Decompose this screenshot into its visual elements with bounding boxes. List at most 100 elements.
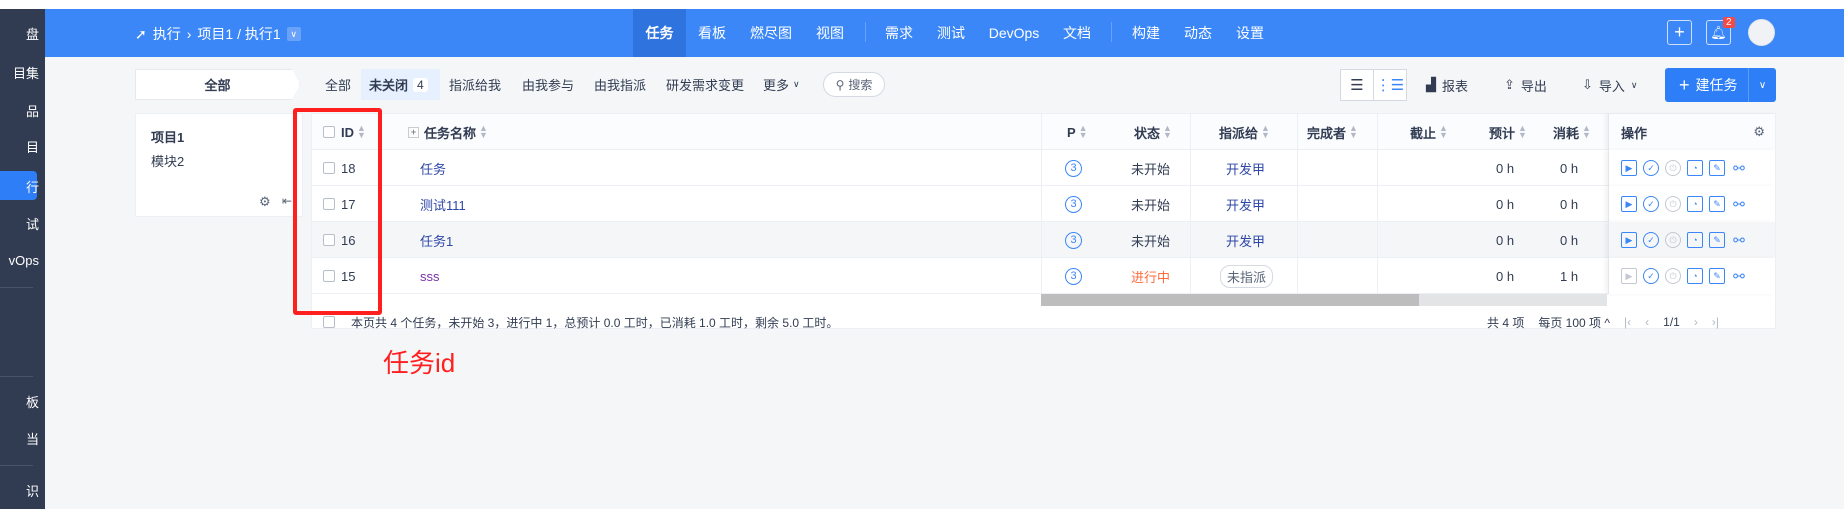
record-hours-clock-icon[interactable]: ◔: [1687, 196, 1703, 212]
module-tree-project[interactable]: 项目1: [151, 127, 184, 146]
sort-icon[interactable]: ▲ ▼: [479, 124, 488, 140]
select-all-checkbox[interactable]: [323, 316, 335, 328]
sidebar-item-doc[interactable]: 当: [26, 429, 39, 448]
assigned-to[interactable]: 开发甲: [1226, 159, 1265, 178]
sidebar-item-program[interactable]: 目集: [13, 63, 39, 82]
record-hours-clock-icon[interactable]: ◔: [1687, 232, 1703, 248]
subtask-tree-icon[interactable]: ⚯: [1731, 160, 1747, 176]
record-hours-clock-icon[interactable]: ◔: [1687, 268, 1703, 284]
module-tree-item[interactable]: 模块2: [151, 151, 184, 170]
filter-tab-all[interactable]: 全部: [317, 69, 359, 100]
nav-tab-task[interactable]: 任务: [633, 9, 686, 57]
gear-icon[interactable]: ⚙: [1753, 124, 1765, 140]
start-icon[interactable]: ▶: [1621, 196, 1637, 212]
create-task-button[interactable]: + 建任务 ∨: [1665, 68, 1776, 102]
sort-icon[interactable]: ▲ ▼: [1163, 124, 1172, 140]
last-page-icon[interactable]: ›|: [1712, 315, 1719, 329]
subtask-tree-icon[interactable]: ⚯: [1731, 196, 1747, 212]
breadcrumb-path[interactable]: 项目1 / 执行1: [197, 24, 280, 44]
start-icon[interactable]: ▶: [1621, 232, 1637, 248]
export-button[interactable]: ⇪ 导出: [1504, 69, 1547, 101]
collapse-icon[interactable]: ⇤: [282, 194, 292, 208]
header-deadline[interactable]: 截止: [1410, 123, 1436, 142]
nav-tab-settings[interactable]: 设置: [1224, 9, 1276, 57]
breadcrumb-module[interactable]: 执行: [153, 24, 181, 44]
sidebar-item-execution[interactable]: 行: [26, 177, 39, 196]
sidebar-item-dashboard[interactable]: 盘: [26, 24, 39, 43]
avatar[interactable]: [1748, 19, 1775, 46]
nav-tab-kanban[interactable]: 看板: [686, 9, 738, 57]
finish-check-icon[interactable]: ✓: [1643, 268, 1659, 284]
nav-tab-story[interactable]: 需求: [873, 9, 925, 57]
edit-icon[interactable]: ✎: [1709, 268, 1725, 284]
import-button[interactable]: ⇩ 导入 ∨: [1582, 69, 1638, 101]
pager-per-page[interactable]: 每页 100 项 ^: [1538, 314, 1610, 331]
module-all-selector[interactable]: 全部: [135, 69, 300, 100]
nav-tab-devops[interactable]: DevOps: [977, 9, 1051, 57]
sort-icon[interactable]: ▲ ▼: [1261, 124, 1270, 140]
edit-icon[interactable]: ✎: [1709, 160, 1725, 176]
filter-tab-assigned-to-me[interactable]: 指派给我: [441, 69, 509, 100]
header-status[interactable]: 状态: [1134, 123, 1160, 142]
task-name-link[interactable]: 任务1: [420, 231, 453, 250]
nav-tab-dynamic[interactable]: 动态: [1172, 9, 1224, 57]
close-power-icon[interactable]: ⏻: [1665, 232, 1681, 248]
edit-icon[interactable]: ✎: [1709, 232, 1725, 248]
filter-tab-involved[interactable]: 由我参与: [514, 69, 582, 100]
filter-tab-assigned-by-me[interactable]: 由我指派: [586, 69, 654, 100]
record-hours-clock-icon[interactable]: ◔: [1687, 160, 1703, 176]
sidebar-item-kanban[interactable]: 板: [26, 392, 39, 411]
report-button[interactable]: ▟ 报表: [1426, 69, 1468, 101]
create-dropdown-chevron-icon[interactable]: ∨: [1748, 68, 1776, 102]
close-power-icon[interactable]: ⏻: [1665, 196, 1681, 212]
sort-icon[interactable]: ▲ ▼: [1079, 124, 1088, 140]
sort-icon[interactable]: ▲ ▼: [1582, 124, 1591, 140]
start-icon[interactable]: ▶: [1621, 268, 1637, 284]
search-button[interactable]: ⚲ 搜索: [823, 72, 885, 97]
nav-tab-doc[interactable]: 文档: [1051, 9, 1103, 57]
sidebar-item-project[interactable]: 目: [26, 137, 39, 156]
finish-check-icon[interactable]: ✓: [1643, 196, 1659, 212]
header-priority[interactable]: P: [1067, 125, 1076, 140]
sidebar-item-product[interactable]: 品: [26, 101, 39, 120]
header-task-name[interactable]: 任务名称: [424, 123, 476, 142]
tree-view-toggle[interactable]: ⋮☰: [1373, 69, 1407, 101]
sidebar-item-knowledge[interactable]: 识: [26, 481, 39, 500]
subtask-tree-icon[interactable]: ⚯: [1731, 232, 1747, 248]
plus-icon[interactable]: +: [1667, 20, 1692, 45]
sidebar-item-test[interactable]: 试: [26, 214, 39, 233]
assigned-to[interactable]: 未指派: [1220, 264, 1274, 288]
nav-tab-burndown[interactable]: 燃尽图: [738, 9, 804, 57]
task-name-link[interactable]: 任务: [420, 159, 446, 178]
filter-tab-unclosed[interactable]: 未关闭 4: [361, 69, 440, 100]
nav-tab-test[interactable]: 测试: [925, 9, 977, 57]
horizontal-scrollbar[interactable]: [1041, 294, 1607, 306]
sidebar-item-devops[interactable]: vOps: [9, 253, 39, 268]
assigned-to[interactable]: 开发甲: [1226, 195, 1265, 214]
subtask-tree-icon[interactable]: ⚯: [1731, 268, 1747, 284]
next-page-icon[interactable]: ›: [1694, 315, 1698, 329]
sort-icon[interactable]: ▲ ▼: [1439, 124, 1448, 140]
scrollbar-thumb[interactable]: [1041, 294, 1419, 306]
sort-icon[interactable]: ▲ ▼: [1518, 124, 1527, 140]
task-name-link[interactable]: 测试111: [420, 195, 466, 214]
sort-icon[interactable]: ▲ ▼: [1349, 124, 1358, 140]
edit-icon[interactable]: ✎: [1709, 196, 1725, 212]
gear-icon[interactable]: ⚙: [259, 194, 271, 210]
chevron-down-icon[interactable]: ∨: [286, 27, 301, 41]
close-power-icon[interactable]: ⏻: [1665, 160, 1681, 176]
finish-check-icon[interactable]: ✓: [1643, 232, 1659, 248]
nav-tab-view[interactable]: 视图: [804, 9, 856, 57]
first-page-icon[interactable]: |‹: [1624, 315, 1631, 329]
assigned-to[interactable]: 开发甲: [1226, 231, 1265, 250]
header-estimate[interactable]: 预计: [1489, 123, 1515, 142]
list-view-toggle[interactable]: ☰: [1340, 69, 1374, 101]
task-name-link[interactable]: sss: [420, 269, 440, 284]
prev-page-icon[interactable]: ‹: [1645, 315, 1649, 329]
start-icon[interactable]: ▶: [1621, 160, 1637, 176]
finish-check-icon[interactable]: ✓: [1643, 160, 1659, 176]
header-consumed[interactable]: 消耗: [1553, 123, 1579, 142]
header-finished-by[interactable]: 完成者: [1307, 123, 1346, 142]
header-assigned-to[interactable]: 指派给: [1219, 123, 1258, 142]
filter-tab-story-change[interactable]: 研发需求变更: [658, 69, 752, 100]
